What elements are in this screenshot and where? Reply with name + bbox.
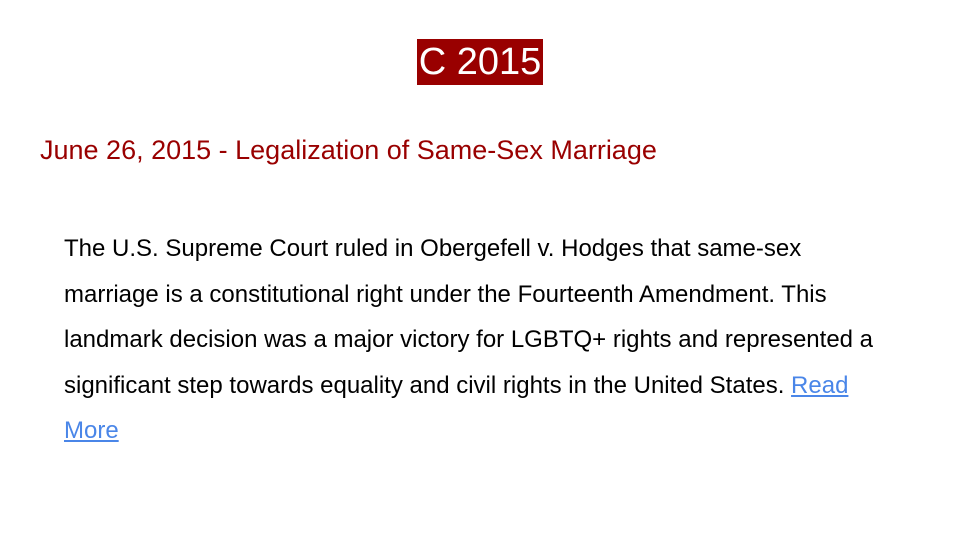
description-text: The U.S. Supreme Court ruled in Obergefe…: [64, 235, 874, 399]
slide: C 2015 June 26, 2015 - Legalization of S…: [0, 0, 960, 540]
event-description: The U.S. Supreme Court ruled in Obergefe…: [64, 226, 894, 454]
event-heading: June 26, 2015 - Legalization of Same-Sex…: [40, 135, 657, 165]
title-container: C 2015: [0, 39, 960, 85]
slide-title: C 2015: [416, 39, 544, 85]
